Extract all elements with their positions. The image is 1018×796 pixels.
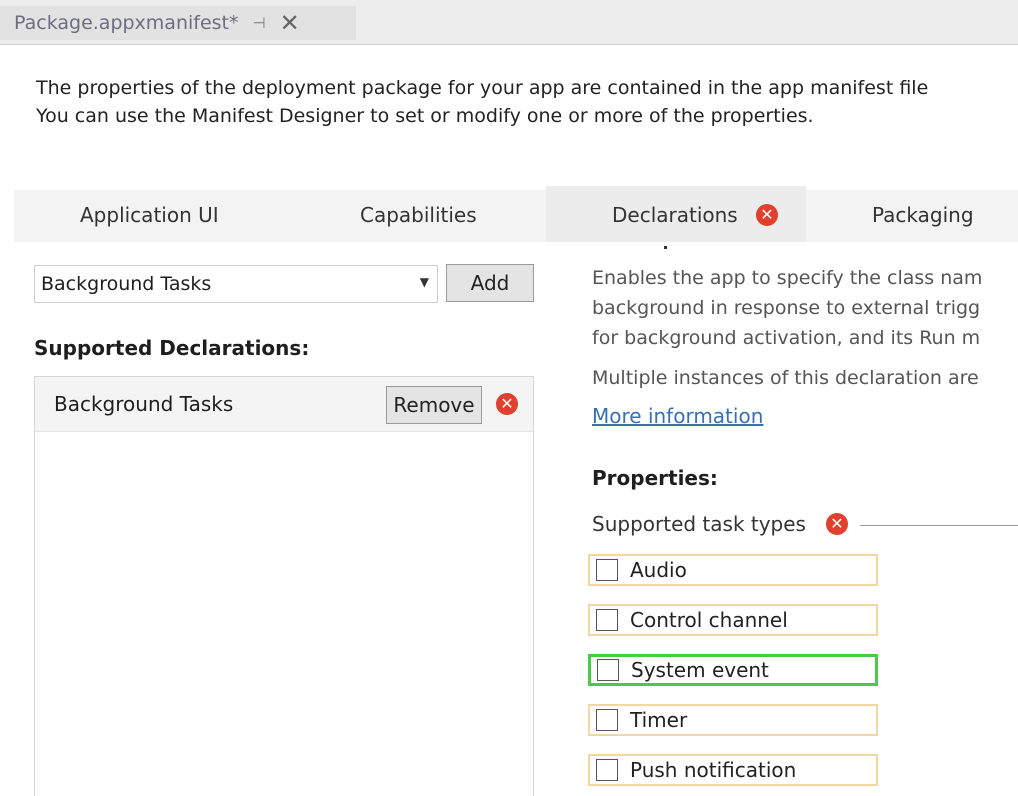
section-divider xyxy=(860,525,1018,526)
supported-declarations-list xyxy=(34,376,534,796)
description-line-4: Multiple instances of this declaration a… xyxy=(592,367,979,389)
available-declarations-value: Background Tasks xyxy=(41,273,212,295)
pin-icon[interactable]: ⊣ xyxy=(253,14,266,32)
tab-application-ui[interactable]: Application UI xyxy=(80,203,219,227)
remove-button[interactable]: Remove xyxy=(386,386,482,424)
system-event-label: System event xyxy=(631,658,769,682)
tab-packaging[interactable]: Packaging xyxy=(872,203,974,227)
document-tab-title: Package.appxmanifest* xyxy=(14,12,239,34)
description-line-2: background in response to external trigg xyxy=(592,297,981,319)
task-type-timer[interactable]: Timer xyxy=(588,704,878,736)
supported-declarations-heading: Supported Declarations: xyxy=(34,336,310,360)
properties-heading: Properties: xyxy=(592,466,718,490)
supported-task-types-label: Supported task types xyxy=(592,512,806,536)
push-notification-checkbox[interactable] xyxy=(596,759,618,781)
intro-line-2: You can use the Manifest Designer to set… xyxy=(36,105,814,127)
tab-capabilities[interactable]: Capabilities xyxy=(360,203,477,227)
chevron-down-icon: ▼ xyxy=(419,275,429,289)
close-icon[interactable]: ✕ xyxy=(280,11,300,35)
declarations-error-icon: ✕ xyxy=(756,204,778,226)
more-information-link[interactable]: More information xyxy=(592,404,763,428)
document-tab[interactable]: Package.appxmanifest* ⊣ ✕ xyxy=(0,6,356,40)
audio-checkbox[interactable] xyxy=(596,559,618,581)
available-declarations-dropdown[interactable]: Background Tasks ▼ xyxy=(34,265,438,303)
list-item-label: Background Tasks xyxy=(54,392,234,416)
remove-error-icon: ✕ xyxy=(496,393,518,415)
task-type-push-notification[interactable]: Push notification xyxy=(588,754,878,786)
timer-checkbox[interactable] xyxy=(596,709,618,731)
intro-line-1: The properties of the deployment package… xyxy=(36,77,929,99)
push-notification-label: Push notification xyxy=(630,758,797,782)
tab-declarations[interactable]: Declarations xyxy=(612,203,738,227)
control-channel-label: Control channel xyxy=(630,608,788,632)
description-line-3: for background activation, and its Run m xyxy=(592,327,981,349)
task-type-audio[interactable]: Audio xyxy=(588,554,878,586)
add-button[interactable]: Add xyxy=(446,264,534,302)
description-line-1: Enables the app to specify the class nam xyxy=(592,267,983,289)
task-types-error-icon: ✕ xyxy=(826,513,848,535)
intro-text: The properties of the deployment package… xyxy=(36,74,928,130)
declaration-description: Enables the app to specify the class nam… xyxy=(592,263,982,393)
task-type-control-channel[interactable]: Control channel xyxy=(588,604,878,636)
task-type-system-event[interactable]: System event xyxy=(588,654,878,686)
audio-label: Audio xyxy=(630,558,687,582)
tab-focus-dot xyxy=(664,246,667,249)
control-channel-checkbox[interactable] xyxy=(596,609,618,631)
timer-label: Timer xyxy=(630,708,688,732)
system-event-checkbox[interactable] xyxy=(597,659,619,681)
